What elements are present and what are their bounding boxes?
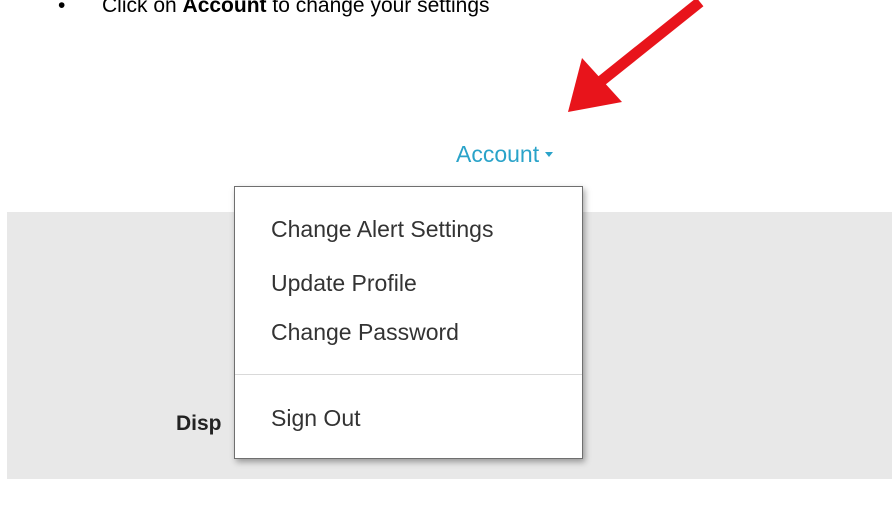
account-menu-button[interactable]: Account <box>456 141 554 168</box>
account-label: Account <box>456 141 540 167</box>
instruction-text: • Click on Account to change your setting… <box>58 0 490 18</box>
instruction-suffix: to change your settings <box>266 0 490 17</box>
bullet: • <box>58 0 66 17</box>
account-dropdown-menu: Change Alert Settings Update Profile Cha… <box>234 186 583 459</box>
display-label: Disp <box>176 412 222 435</box>
menu-item-change-alert-settings[interactable]: Change Alert Settings <box>271 216 493 243</box>
menu-item-change-password[interactable]: Change Password <box>271 319 459 346</box>
instruction-emphasis: Account <box>182 0 267 17</box>
caret-down-icon <box>545 152 554 158</box>
red-arrow-icon <box>568 0 704 112</box>
instruction-prefix: Click on <box>102 0 183 17</box>
menu-divider <box>235 374 582 375</box>
menu-item-update-profile[interactable]: Update Profile <box>271 270 417 297</box>
menu-item-sign-out[interactable]: Sign Out <box>271 405 361 432</box>
